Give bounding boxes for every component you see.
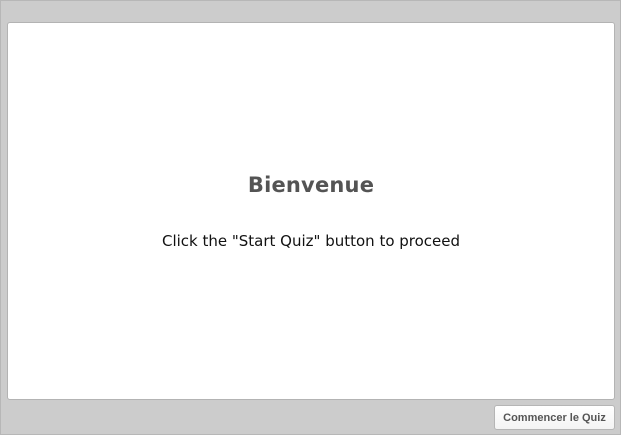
quiz-player-frame: Bienvenue Click the "Start Quiz" button … [0,0,621,435]
instruction-text: Click the "Start Quiz" button to proceed [161,232,461,250]
welcome-title: Bienvenue [247,173,375,197]
start-quiz-button[interactable]: Commencer le Quiz [494,405,615,430]
slide-panel: Bienvenue Click the "Start Quiz" button … [7,22,615,400]
